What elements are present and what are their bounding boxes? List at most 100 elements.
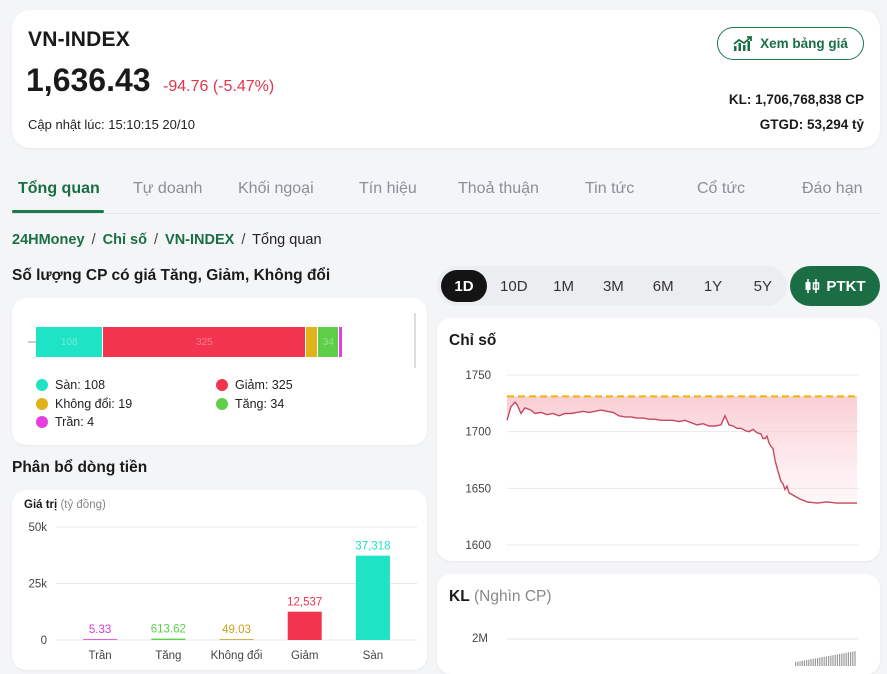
breadcrumb-home[interactable]: 24HMoney [12, 232, 85, 248]
bar [355, 555, 390, 640]
volume-bar [847, 652, 849, 666]
index-price: 1,636.43 [26, 62, 151, 98]
breadcrumb-separator: / [241, 232, 246, 248]
bar-value-label: 5.33 [89, 624, 111, 636]
volume-bar [825, 656, 827, 666]
volume-bar [819, 657, 821, 666]
legend-label: Trần: 4 [55, 415, 95, 429]
volume-bar [836, 654, 838, 666]
legend-label: Không đổi: 19 [55, 397, 133, 411]
view-price-board-button[interactable]: Xem bảng giá [717, 27, 864, 60]
y-tick-label: 1600 [465, 540, 491, 552]
volume-bar [828, 656, 830, 666]
tab-bar: Tổng quan Tự doanh Khối ngoại Tín hiệu T… [12, 168, 880, 214]
tab-news[interactable]: Tin tức [585, 180, 634, 198]
period-option-5y[interactable]: 5Y [740, 270, 786, 302]
breadth-segment [306, 327, 319, 357]
y-tick-label: 25k [28, 579, 47, 591]
index-change: -94.76 (-5.47%) [163, 78, 275, 95]
y-tick-label: 0 [41, 635, 47, 647]
view-price-board-label: Xem bảng giá [760, 36, 848, 51]
period-option-1m[interactable]: 1M [541, 270, 587, 302]
volume-bar [832, 655, 834, 666]
volume-bar [801, 660, 803, 666]
volume-bar [799, 661, 801, 666]
breadth-segment [339, 327, 342, 357]
x-tick-label: Không đổi [211, 650, 263, 662]
volume-bar [806, 660, 808, 666]
volume-bar [821, 657, 823, 666]
legend-swatch [36, 379, 48, 391]
y-tick-label: 1700 [465, 427, 491, 439]
tab-dividends[interactable]: Cổ tức [697, 180, 745, 198]
bar-value-label: 613.62 [151, 624, 186, 636]
breadth-segment: 34 [318, 327, 340, 357]
period-option-6m[interactable]: 6M [640, 270, 686, 302]
tab-signals[interactable]: Tín hiệu [359, 180, 417, 198]
active-tab-indicator [12, 210, 104, 213]
period-option-1d[interactable]: 1D [441, 270, 487, 302]
legend-swatch [36, 398, 48, 410]
period-option-1y[interactable]: 1Y [690, 270, 736, 302]
volume-bar [852, 651, 854, 666]
volume-bar [812, 658, 814, 666]
bar-value-label: 12,537 [287, 597, 322, 609]
volume-bar [845, 652, 847, 666]
bar-value-label: 37,318 [355, 541, 390, 553]
y-tick-label: 1650 [465, 483, 491, 495]
index-title: VN-INDEX [28, 28, 130, 51]
volume-bar [854, 651, 856, 666]
period-selector: 1D 10D 1M 3M 6M 1Y 5Y [437, 266, 787, 306]
ptkt-button[interactable]: PTKT [790, 266, 880, 306]
period-option-3m[interactable]: 3M [590, 270, 636, 302]
money-flow-chart: 0 25k 50k 5.33 Trần 613.62 Tăng 49.03 Không đổi 1… [28, 522, 417, 662]
period-option-10d[interactable]: 10D [491, 270, 537, 302]
candlestick-icon [805, 279, 820, 293]
x-tick-label: Giảm [291, 650, 318, 662]
legend-swatch [216, 379, 228, 391]
breadth-title: Số lượng CP có giá Tăng, Giảm, Không đổi [12, 267, 331, 284]
volume-bar [850, 652, 852, 666]
money-flow-card: Giá trị (tỷ đồng) 0 25k 50k 5.33 Trần 613.62 T… [12, 490, 427, 670]
legend-floor: Sàn: 108 [36, 378, 105, 392]
legend-swatch [36, 416, 48, 428]
breadth-stacked-bar: 108 325 34 [36, 327, 342, 357]
breadth-segment: 325 [103, 327, 307, 357]
volume-bar [823, 656, 825, 666]
volume-bar [797, 661, 799, 666]
y-tick-label: 1750 [465, 370, 491, 382]
tab-foreign[interactable]: Khối ngoại [238, 180, 314, 198]
tab-negotiated[interactable]: Thoả thuận [458, 180, 539, 198]
legend-label: Tăng: 34 [235, 397, 285, 411]
x-tick-label: Sàn [363, 650, 383, 662]
bar-value-label: 49.03 [222, 624, 251, 636]
legend-decline: Giảm: 325 [216, 378, 293, 392]
trading-value-total: GTGD: 53,294 tỷ [759, 117, 864, 132]
volume-bar [808, 659, 810, 666]
breadcrumb-index[interactable]: VN-INDEX [165, 232, 234, 248]
ptkt-label: PTKT [826, 277, 866, 295]
legend-label: Giảm: 325 [235, 378, 293, 392]
legend-label: Sàn: 108 [55, 378, 106, 392]
legend-unchanged: Không đổi: 19 [36, 397, 132, 411]
breadcrumb: 24HMoney / Chỉ số / VN-INDEX / Tổng quan [12, 232, 322, 248]
tab-overview[interactable]: Tổng quan [18, 180, 100, 198]
tab-proprietary[interactable]: Tự doanh [133, 180, 202, 198]
y-tick-label: 50k [28, 522, 47, 534]
tab-maturity[interactable]: Đáo hạn [802, 180, 863, 198]
decline-area [507, 396, 857, 504]
volume-bar [814, 658, 816, 666]
breadcrumb-separator: / [91, 232, 96, 248]
bar [83, 639, 118, 640]
index-chart-card: Chỉ số 1750 1700 1650 1600 [437, 318, 880, 561]
breadth-card: 108 325 34 Sàn: 108 Giảm: 325 Không đổi: 1… [12, 298, 427, 445]
index-header-card: VN-INDEX 1,636.43 -94.76 (-5.47%) Cập nh… [12, 10, 880, 148]
volume-bar [834, 654, 836, 666]
breadcrumb-indices[interactable]: Chỉ số [103, 232, 147, 248]
last-updated: Cập nhật lúc: 15:10:15 20/10 [28, 117, 195, 132]
volume-bar [841, 653, 843, 666]
trending-up-icon [733, 35, 753, 51]
legend-swatch [216, 398, 228, 410]
bar [151, 638, 186, 640]
intraday-index-chart: 1750 1700 1650 1600 [465, 370, 859, 552]
